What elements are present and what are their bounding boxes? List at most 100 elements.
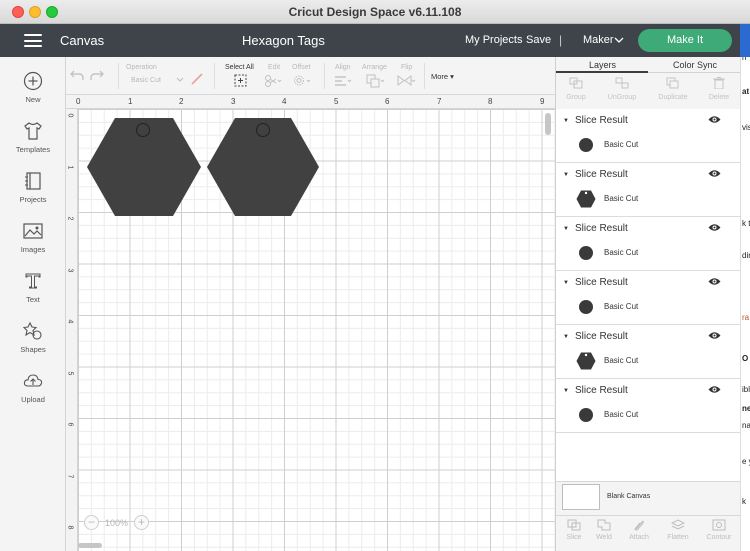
weld-button[interactable]: Weld [586, 519, 622, 541]
flatten-button[interactable]: Flatten [660, 519, 696, 541]
select-all-icon[interactable] [234, 74, 247, 87]
flip-icon[interactable] [397, 74, 417, 87]
background-window: h at vis k t din ra O ibl ne na e y k [740, 57, 750, 551]
ruler-mark: 2 [66, 216, 74, 221]
layer-operation: Basic Cut [604, 302, 639, 311]
blank-canvas-swatch[interactable] [562, 484, 600, 510]
toolbar-divider [424, 63, 425, 89]
eye-icon[interactable] [708, 223, 721, 232]
zoom-level: 100% [105, 518, 129, 528]
group-icon [569, 77, 583, 89]
ruler-mark: 3 [66, 268, 74, 273]
background-text: vis [742, 123, 750, 132]
ungroup-button[interactable]: UnGroup [602, 77, 642, 101]
undo-icon[interactable] [70, 69, 84, 81]
sidebar-item-templates[interactable]: Templates [0, 120, 66, 154]
hamburger-menu-icon[interactable] [24, 34, 42, 47]
group-button[interactable]: Group [556, 77, 596, 101]
sidebar-item-shapes[interactable]: Shapes [0, 320, 66, 354]
layer-item[interactable]: ▼ Slice Result Basic Cut [556, 109, 741, 163]
zoom-out-button[interactable]: − [84, 515, 99, 530]
eye-icon[interactable] [708, 331, 721, 340]
hexagon-tag-2[interactable] [206, 117, 320, 217]
arrange-label: Arrange [362, 64, 387, 71]
expand-triangle-icon[interactable]: ▼ [563, 172, 569, 178]
operation-select[interactable]: Basic Cut [131, 77, 161, 84]
save-link[interactable]: Save [526, 34, 551, 46]
duplicate-button[interactable]: Duplicate [653, 77, 693, 101]
tab-color-sync[interactable]: Color Sync [673, 60, 717, 70]
machine-selector[interactable]: Maker [583, 34, 614, 46]
layer-item[interactable]: ▼ Slice Result Basic Cut [556, 217, 741, 271]
paperclip-icon [634, 520, 644, 531]
offset-icon[interactable] [293, 74, 311, 87]
layer-thumbnail-circle [579, 246, 593, 260]
layer-item[interactable]: ▼ Slice Result Basic Cut [556, 325, 741, 379]
expand-triangle-icon[interactable]: ▼ [563, 280, 569, 286]
hexagon-tag-1[interactable] [86, 117, 202, 217]
layer-name: Slice Result [575, 331, 628, 342]
shapes-icon [22, 321, 42, 340]
blank-canvas-label: Blank Canvas [607, 493, 651, 500]
background-text: at [742, 87, 750, 96]
background-window-edge [740, 24, 750, 57]
ruler-mark: 2 [179, 97, 184, 106]
expand-triangle-icon[interactable]: ▼ [563, 388, 569, 394]
delete-label: Delete [708, 94, 730, 101]
eye-icon[interactable] [708, 169, 721, 178]
expand-triangle-icon[interactable]: ▼ [563, 118, 569, 124]
sidebar-item-text[interactable]: Text [0, 270, 66, 304]
chevron-down-icon[interactable] [176, 77, 184, 83]
window-title: Cricut Design Space v6.11.108 [288, 5, 462, 19]
contour-button[interactable]: Contour [701, 519, 737, 541]
make-it-button[interactable]: Make It [638, 29, 732, 52]
ungroup-icon [615, 77, 629, 89]
pen-color-icon[interactable] [190, 72, 204, 86]
text-t-icon [25, 273, 41, 289]
sidebar-item-upload[interactable]: Upload [0, 370, 66, 404]
expand-triangle-icon[interactable]: ▼ [563, 334, 569, 340]
flatten-icon [671, 519, 685, 530]
eye-icon[interactable] [708, 277, 721, 286]
tab-layers[interactable]: Layers [589, 60, 616, 70]
more-button[interactable]: More ▾ [431, 72, 454, 81]
project-title: Hexagon Tags [242, 33, 325, 48]
vertical-scrollbar[interactable] [545, 113, 551, 135]
window-title-bar: Cricut Design Space v6.11.108 [0, 0, 750, 24]
sidebar-item-projects[interactable]: Projects [0, 170, 66, 204]
attach-button[interactable]: Attach [621, 519, 657, 541]
zoom-in-button[interactable]: + [134, 515, 149, 530]
layer-name: Slice Result [575, 223, 628, 234]
redo-icon[interactable] [90, 69, 104, 81]
layer-item[interactable]: ▼ Slice Result Basic Cut [556, 379, 741, 433]
toolbar-divider [214, 63, 215, 89]
layer-item[interactable]: ▼ Slice Result Basic Cut [556, 271, 741, 325]
horizontal-scrollbar[interactable] [78, 543, 102, 548]
layer-thumbnail-hexagon [576, 352, 596, 370]
layer-item[interactable]: ▼ Slice Result Basic Cut [556, 163, 741, 217]
arrange-icon[interactable] [366, 74, 386, 88]
ruler-mark: 1 [128, 97, 133, 106]
sidebar-item-label: Shapes [20, 345, 46, 354]
eye-icon[interactable] [708, 385, 721, 394]
layer-operation: Basic Cut [604, 356, 639, 365]
expand-triangle-icon[interactable]: ▼ [563, 226, 569, 232]
background-text: O [742, 354, 749, 363]
delete-button[interactable]: Delete [699, 77, 739, 101]
layer-thumbnail-hexagon [576, 190, 596, 208]
ruler-mark: 8 [66, 525, 74, 530]
blank-canvas-row[interactable]: Blank Canvas [556, 481, 741, 515]
scissors-icon[interactable] [264, 74, 282, 87]
eye-icon[interactable] [708, 115, 721, 124]
design-canvas[interactable]: 0 1 2 3 4 5 6 7 8 9 0 1 2 3 4 5 6 7 8 − … [66, 95, 555, 551]
background-text: din [742, 251, 750, 260]
contour-label: Contour [706, 534, 732, 541]
chevron-down-icon[interactable] [614, 31, 624, 49]
my-projects-link[interactable]: My Projects [465, 34, 522, 46]
align-icon[interactable] [334, 75, 352, 87]
sidebar-item-images[interactable]: Images [0, 220, 66, 254]
left-sidebar: New Templates Projects Images Text Shape… [0, 57, 66, 551]
sidebar-item-new[interactable]: New [0, 70, 66, 104]
ruler-mark: 4 [282, 97, 287, 106]
ruler-mark: 7 [437, 97, 442, 106]
